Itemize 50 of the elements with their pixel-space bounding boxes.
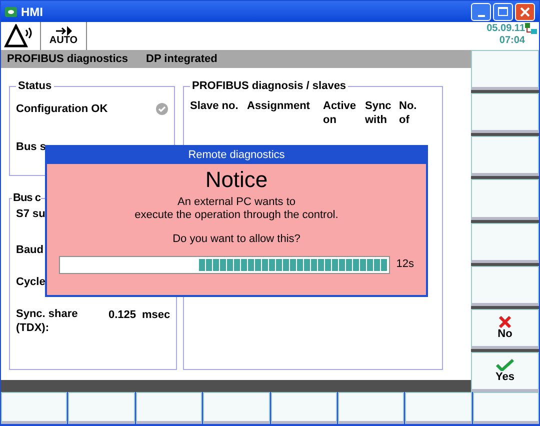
minimize-button[interactable] — [471, 2, 491, 20]
softkey[interactable] — [270, 392, 337, 424]
softkey[interactable] — [471, 93, 539, 134]
time-text: 07:04 — [499, 35, 525, 47]
panel-title: PROFIBUS diagnosis / slaves — [191, 79, 348, 94]
softkey[interactable] — [471, 179, 539, 220]
breadcrumb-text: PROFIBUS diagnostics — [7, 52, 128, 67]
field-label: Cycle — [16, 274, 46, 288]
dialog-question: Do you want to allow this? — [172, 232, 300, 247]
dialog-message: An external PC wants to execute the operation through the control. — [134, 196, 338, 222]
column-header: Assignment — [247, 98, 311, 114]
softkey-button[interactable]: Yes — [471, 352, 539, 392]
softkey-button[interactable]: No — [471, 308, 539, 349]
close-icon — [520, 6, 530, 16]
column-header: Active on — [323, 98, 358, 126]
window-title: HMI — [21, 4, 43, 20]
unit-text: msec — [142, 308, 170, 322]
app-icon — [5, 6, 17, 18]
status-label: Bus s — [16, 141, 46, 153]
dialog-title: Remote diagnostics — [188, 148, 285, 164]
softkey[interactable] — [471, 136, 539, 176]
softkey[interactable] — [472, 392, 539, 424]
field-label: Baud — [16, 242, 44, 256]
date-text: 05.09.11 — [486, 23, 525, 35]
column-header: No. of — [399, 98, 418, 126]
breadcrumb-text: DP integrated — [146, 52, 218, 67]
panel-title: Status — [17, 79, 53, 94]
field-label: S7 su — [16, 206, 46, 220]
softkey[interactable] — [136, 392, 202, 424]
softkey[interactable] — [471, 50, 539, 90]
checkmark-icon — [496, 358, 514, 371]
close-icon — [498, 316, 512, 328]
field-value: 0.125 — [107, 308, 136, 322]
column-header: Slave no. — [190, 98, 240, 114]
softkey[interactable] — [338, 392, 404, 424]
status-label: Configuration OK — [16, 102, 108, 116]
field-label: Sync. share (TDX): — [16, 306, 79, 334]
softkey[interactable] — [203, 392, 270, 424]
close-button[interactable] — [515, 2, 535, 20]
panel-title: Bus c — [12, 191, 42, 206]
maximize-button[interactable] — [493, 2, 513, 20]
countdown-text: 12s — [396, 257, 414, 272]
softkey[interactable] — [68, 392, 135, 424]
dialog-heading: Notice — [205, 166, 268, 194]
softkey[interactable] — [471, 222, 539, 263]
softkey[interactable] — [471, 266, 539, 306]
softkey[interactable] — [405, 392, 472, 424]
network-icon — [525, 22, 537, 36]
softkey[interactable] — [1, 392, 68, 424]
column-header: Sync with — [365, 98, 392, 126]
